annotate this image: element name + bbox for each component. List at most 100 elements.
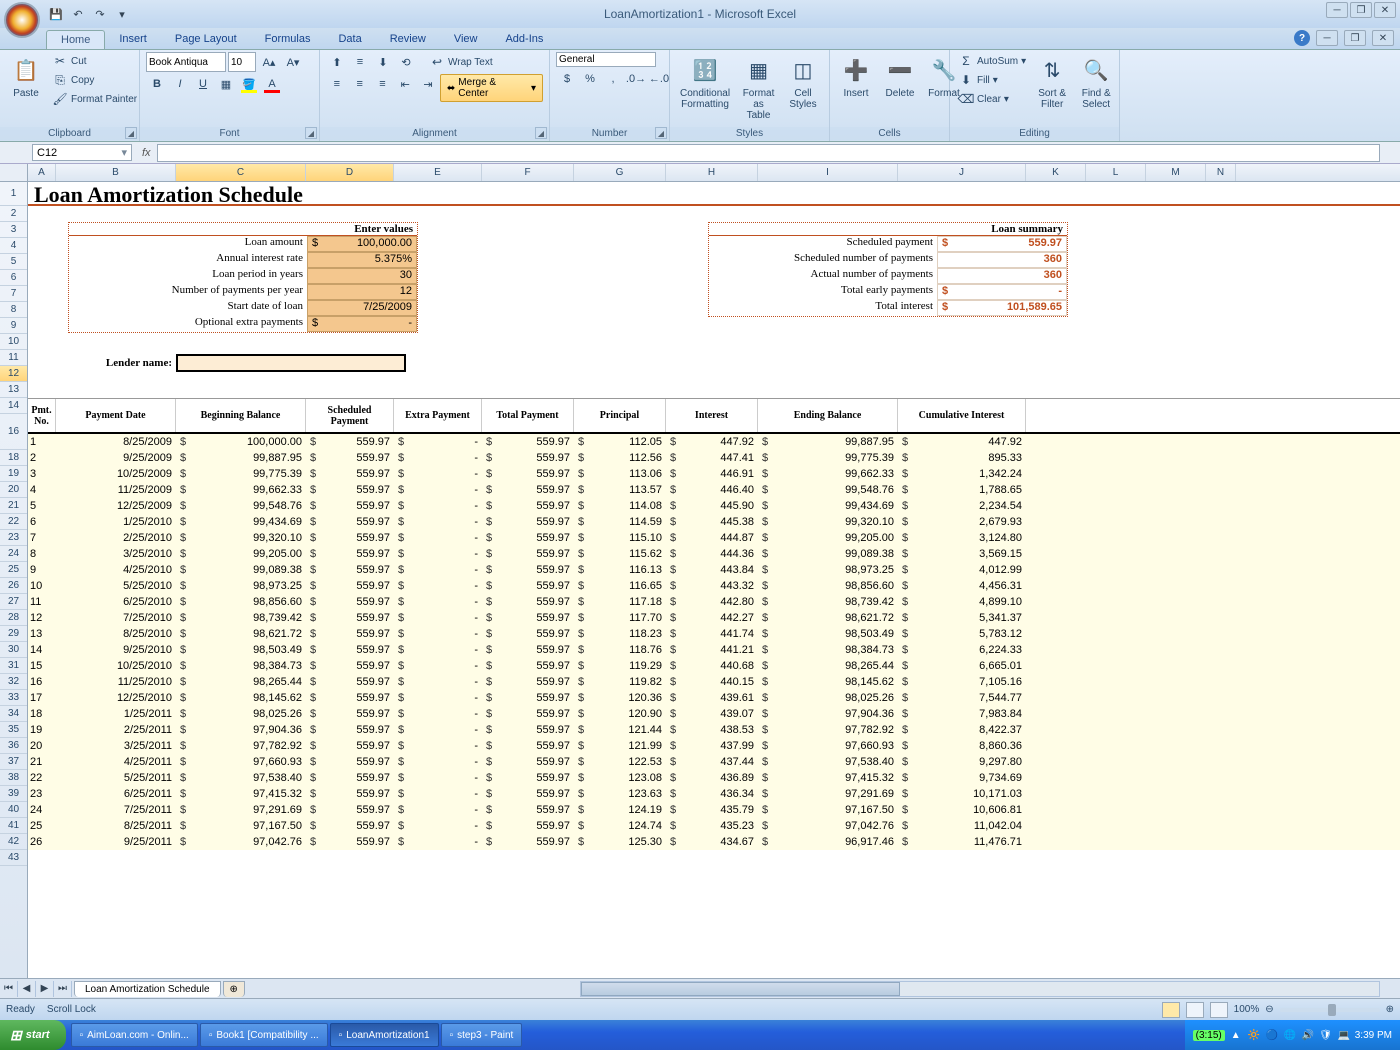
row-header-18[interactable]: 18	[0, 450, 27, 466]
row-header-36[interactable]: 36	[0, 738, 27, 754]
tray-icon[interactable]: 🔆	[1247, 1028, 1261, 1042]
align-bottom-button[interactable]: ⬇	[372, 52, 394, 72]
row-header-19[interactable]: 19	[0, 466, 27, 482]
row-header-6[interactable]: 6	[0, 270, 27, 286]
fill-button[interactable]: ⬇Fill▾	[956, 71, 1028, 89]
taskbar-item[interactable]: ▫Book1 [Compatibility ...	[200, 1023, 328, 1047]
cell-styles-button[interactable]: ◫Cell Styles	[783, 52, 823, 112]
orientation-button[interactable]: ⟲	[395, 52, 417, 72]
currency-button[interactable]: $	[556, 69, 578, 89]
border-button[interactable]: ▦	[215, 74, 237, 94]
row-header-33[interactable]: 33	[0, 690, 27, 706]
row-header-25[interactable]: 25	[0, 562, 27, 578]
doc-close-button[interactable]: ✕	[1372, 30, 1394, 46]
col-header-K[interactable]: K	[1026, 164, 1086, 181]
row-header-26[interactable]: 26	[0, 578, 27, 594]
sheet-nav-prev[interactable]: ◀	[18, 981, 36, 997]
tab-insert[interactable]: Insert	[105, 30, 161, 49]
row-header-16[interactable]: 16	[0, 414, 27, 450]
font-name-input[interactable]	[146, 52, 226, 72]
tray-icon[interactable]: 💻	[1337, 1028, 1351, 1042]
grow-font-button[interactable]: A▴	[258, 52, 280, 72]
find-select-button[interactable]: 🔍Find & Select	[1076, 52, 1116, 112]
cut-button[interactable]: ✂Cut	[50, 52, 139, 70]
tab-formulas[interactable]: Formulas	[251, 30, 325, 49]
delete-cells-button[interactable]: ➖Delete	[880, 52, 920, 101]
row-header-27[interactable]: 27	[0, 594, 27, 610]
align-top-button[interactable]: ⬆	[326, 52, 348, 72]
select-all-corner[interactable]	[0, 164, 28, 181]
row-header-1[interactable]: 1	[0, 182, 27, 206]
shrink-font-button[interactable]: A▾	[282, 52, 304, 72]
row-header-20[interactable]: 20	[0, 482, 27, 498]
taskbar-item[interactable]: ▫LoanAmortization1	[330, 1023, 439, 1047]
row-header-9[interactable]: 9	[0, 318, 27, 334]
clear-button[interactable]: ⌫Clear▾	[956, 90, 1028, 108]
col-header-F[interactable]: F	[482, 164, 574, 181]
page-layout-view-button[interactable]	[1186, 1002, 1204, 1018]
col-header-B[interactable]: B	[56, 164, 176, 181]
input-value-cell[interactable]: 7/25/2009	[307, 300, 417, 316]
comma-button[interactable]: ,	[602, 69, 624, 89]
col-header-I[interactable]: I	[758, 164, 898, 181]
sheet-nav-first[interactable]: ⏮	[0, 981, 18, 997]
underline-button[interactable]: U	[192, 74, 214, 94]
col-header-D[interactable]: D	[306, 164, 394, 181]
row-header-22[interactable]: 22	[0, 514, 27, 530]
sort-filter-button[interactable]: ⇅Sort & Filter	[1032, 52, 1072, 112]
col-header-A[interactable]: A	[28, 164, 56, 181]
row-header-40[interactable]: 40	[0, 802, 27, 818]
minimize-button[interactable]: ─	[1326, 2, 1348, 18]
wrap-text-button[interactable]: ↩Wrap Text	[427, 52, 495, 72]
taskbar-item[interactable]: ▫step3 - Paint	[441, 1023, 523, 1047]
tab-data[interactable]: Data	[324, 30, 375, 49]
font-color-button[interactable]: A	[261, 74, 283, 94]
decrease-decimal-button[interactable]: ←.0	[648, 69, 670, 89]
increase-indent-button[interactable]: ⇥	[417, 74, 439, 94]
tray-icon[interactable]: 🌐	[1283, 1028, 1297, 1042]
clipboard-launcher[interactable]: ◢	[125, 127, 137, 139]
fill-color-button[interactable]: 🪣	[238, 74, 260, 94]
tab-page-layout[interactable]: Page Layout	[161, 30, 251, 49]
copy-button[interactable]: ⎘Copy	[50, 71, 139, 89]
row-header-2[interactable]: 2	[0, 206, 27, 222]
number-launcher[interactable]: ◢	[655, 127, 667, 139]
row-header-23[interactable]: 23	[0, 530, 27, 546]
office-button[interactable]	[4, 2, 40, 38]
col-header-C[interactable]: C	[176, 164, 306, 181]
row-header-21[interactable]: 21	[0, 498, 27, 514]
align-center-button[interactable]: ≡	[349, 74, 371, 94]
row-header-41[interactable]: 41	[0, 818, 27, 834]
format-as-table-button[interactable]: ▦Format as Table	[738, 52, 779, 123]
format-painter-button[interactable]: 🖌Format Painter	[50, 90, 139, 108]
row-header-12[interactable]: 12	[0, 366, 27, 382]
normal-view-button[interactable]	[1162, 1002, 1180, 1018]
row-header-31[interactable]: 31	[0, 658, 27, 674]
lender-name-input[interactable]	[176, 354, 406, 372]
undo-icon[interactable]: ↶	[70, 6, 86, 22]
input-value-cell[interactable]: $100,000.00	[307, 236, 417, 252]
paste-button[interactable]: 📋Paste	[6, 52, 46, 101]
tab-add-ins[interactable]: Add-Ins	[491, 30, 557, 49]
tab-view[interactable]: View	[440, 30, 492, 49]
col-header-J[interactable]: J	[898, 164, 1026, 181]
row-header-4[interactable]: 4	[0, 238, 27, 254]
row-header-14[interactable]: 14	[0, 398, 27, 414]
row-header-32[interactable]: 32	[0, 674, 27, 690]
row-header-11[interactable]: 11	[0, 350, 27, 366]
row-header-30[interactable]: 30	[0, 642, 27, 658]
row-header-34[interactable]: 34	[0, 706, 27, 722]
zoom-out-button[interactable]: ⊖	[1265, 1004, 1273, 1015]
increase-decimal-button[interactable]: .0→	[625, 69, 647, 89]
zoom-in-button[interactable]: ⊕	[1386, 1004, 1394, 1015]
decrease-indent-button[interactable]: ⇤	[394, 74, 416, 94]
tray-icon[interactable]: 🛡	[1319, 1028, 1333, 1042]
restore-button[interactable]: ❐	[1350, 2, 1372, 18]
row-header-29[interactable]: 29	[0, 626, 27, 642]
row-header-43[interactable]: 43	[0, 850, 27, 866]
sheet-tab[interactable]: Loan Amortization Schedule	[74, 981, 221, 997]
row-header-39[interactable]: 39	[0, 786, 27, 802]
col-header-H[interactable]: H	[666, 164, 758, 181]
qat-customize-icon[interactable]: ▾	[114, 6, 130, 22]
page-break-view-button[interactable]	[1210, 1002, 1228, 1018]
